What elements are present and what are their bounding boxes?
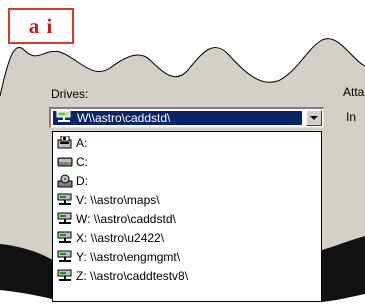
drive-item-v[interactable]: V: \\astro\maps\: [57, 191, 160, 208]
drive-item-d[interactable]: D:: [57, 172, 88, 189]
drive-item-label: Z: \\astro\caddtestv8\: [76, 268, 189, 283]
network-drive-icon: [57, 231, 73, 245]
hard-drive-icon: [57, 155, 73, 169]
drive-item-label: C:: [76, 154, 88, 169]
drives-label: Drives:: [51, 87, 89, 101]
network-drive-icon: [56, 110, 72, 126]
drive-item-label: X: \\astro\u2422\: [76, 230, 165, 245]
drive-item-label: A:: [76, 135, 88, 150]
drive-item-a[interactable]: A:: [57, 134, 87, 151]
drive-item-y[interactable]: Y: \\astro\engmgmt\: [57, 248, 180, 265]
drives-dropdown-list[interactable]: A: C: D: V: \\astro\maps\ W: \\astro\cad…: [52, 131, 322, 302]
drive-item-label: D:: [76, 173, 88, 188]
attach-label: Atta: [343, 85, 365, 99]
combo-selected-text: W\\astro\caddstd\: [77, 111, 171, 125]
chevron-down-icon: [310, 115, 318, 120]
callout-label: a i: [28, 13, 54, 38]
network-drive-icon: [57, 212, 73, 226]
network-drive-icon: [57, 269, 73, 283]
network-drive-icon: [57, 250, 73, 264]
cd-drive-icon: [57, 174, 73, 188]
dropdown-arrow-button[interactable]: [306, 110, 322, 126]
drives-combobox[interactable]: W\\astro\caddstd\: [49, 107, 324, 128]
drive-item-label: V: \\astro\maps\: [76, 192, 160, 207]
network-drive-icon: [57, 193, 73, 207]
drive-item-label: Y: \\astro\engmgmt\: [76, 249, 181, 264]
drive-item-c[interactable]: C:: [57, 153, 88, 170]
drive-item-label: W: \\astro\caddstd\: [76, 211, 176, 226]
annotation-callout: a i: [8, 8, 74, 44]
drive-item-x[interactable]: X: \\astro\u2422\: [57, 229, 164, 246]
include-label: In: [346, 110, 357, 124]
drive-item-w[interactable]: W: \\astro\caddstd\: [57, 210, 176, 227]
floppy-drive-icon: [57, 135, 73, 150]
combo-selected-value: W\\astro\caddstd\: [53, 110, 302, 126]
drive-item-z[interactable]: Z: \\astro\caddtestv8\: [57, 267, 188, 284]
